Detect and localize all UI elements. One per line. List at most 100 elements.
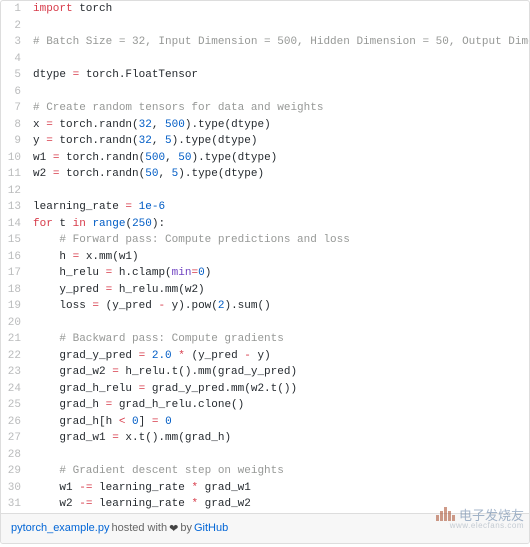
- line-number: 24: [1, 381, 29, 398]
- footer-hosted-text: hosted with: [111, 522, 167, 534]
- code-content[interactable]: [29, 51, 529, 68]
- code-content[interactable]: learning_rate = 1e-6: [29, 199, 529, 216]
- code-content[interactable]: # Forward pass: Compute predictions and …: [29, 232, 529, 249]
- code-content[interactable]: # Gradient descent step on weights: [29, 463, 529, 480]
- line-number: 29: [1, 463, 29, 480]
- gist-filename-link[interactable]: pytorch_example.py: [11, 522, 109, 534]
- code-line: 23 grad_w2 = h_relu.t().mm(grad_y_pred): [1, 364, 529, 381]
- code-line: 30 w1 -= learning_rate * grad_w1: [1, 480, 529, 497]
- line-number: 12: [1, 183, 29, 200]
- code-line: 9y = torch.randn(32, 5).type(dtype): [1, 133, 529, 150]
- code-content[interactable]: w2 -= learning_rate * grad_w2: [29, 496, 529, 513]
- code-line: 17 h_relu = h.clamp(min=0): [1, 265, 529, 282]
- code-content[interactable]: grad_h_relu = grad_y_pred.mm(w2.t()): [29, 381, 529, 398]
- code-line: 21 # Backward pass: Compute gradients: [1, 331, 529, 348]
- line-number: 1: [1, 1, 29, 18]
- line-number: 28: [1, 447, 29, 464]
- code-content[interactable]: for t in range(250):: [29, 216, 529, 233]
- line-number: 14: [1, 216, 29, 233]
- code-content[interactable]: [29, 84, 529, 101]
- code-content[interactable]: grad_w1 = x.t().mm(grad_h): [29, 430, 529, 447]
- line-number: 7: [1, 100, 29, 117]
- gist-container: 1import torch2 3# Batch Size = 32, Input…: [0, 0, 530, 544]
- code-content[interactable]: import torch: [29, 1, 529, 18]
- line-number: 4: [1, 51, 29, 68]
- code-content[interactable]: grad_h[h < 0] = 0: [29, 414, 529, 431]
- line-number: 8: [1, 117, 29, 134]
- gist-footer: pytorch_example.py hosted with ❤ by GitH…: [1, 513, 529, 543]
- code-content[interactable]: w1 -= learning_rate * grad_w1: [29, 480, 529, 497]
- line-number: 5: [1, 67, 29, 84]
- code-line: 14for t in range(250):: [1, 216, 529, 233]
- code-line: 2: [1, 18, 529, 35]
- code-line: 28: [1, 447, 529, 464]
- code-line: 27 grad_w1 = x.t().mm(grad_h): [1, 430, 529, 447]
- line-number: 18: [1, 282, 29, 299]
- code-line: 13learning_rate = 1e-6: [1, 199, 529, 216]
- code-line: 29 # Gradient descent step on weights: [1, 463, 529, 480]
- code-line: 12: [1, 183, 529, 200]
- code-line: 26 grad_h[h < 0] = 0: [1, 414, 529, 431]
- footer-by-text: by: [180, 522, 192, 534]
- line-number: 19: [1, 298, 29, 315]
- line-number: 30: [1, 480, 29, 497]
- line-number: 21: [1, 331, 29, 348]
- code-line: 10w1 = torch.randn(500, 50).type(dtype): [1, 150, 529, 167]
- code-content[interactable]: dtype = torch.FloatTensor: [29, 67, 529, 84]
- code-line: 24 grad_h_relu = grad_y_pred.mm(w2.t()): [1, 381, 529, 398]
- code-content[interactable]: h = x.mm(w1): [29, 249, 529, 266]
- code-content[interactable]: grad_y_pred = 2.0 * (y_pred - y): [29, 348, 529, 365]
- line-number: 25: [1, 397, 29, 414]
- line-number: 16: [1, 249, 29, 266]
- line-number: 11: [1, 166, 29, 183]
- code-content[interactable]: w2 = torch.randn(50, 5).type(dtype): [29, 166, 529, 183]
- code-line: 22 grad_y_pred = 2.0 * (y_pred - y): [1, 348, 529, 365]
- code-content[interactable]: grad_h = grad_h_relu.clone(): [29, 397, 529, 414]
- code-line: 16 h = x.mm(w1): [1, 249, 529, 266]
- code-line: 11w2 = torch.randn(50, 5).type(dtype): [1, 166, 529, 183]
- line-number: 13: [1, 199, 29, 216]
- line-number: 10: [1, 150, 29, 167]
- line-number: 9: [1, 133, 29, 150]
- code-line: 19 loss = (y_pred - y).pow(2).sum(): [1, 298, 529, 315]
- code-line: 4: [1, 51, 529, 68]
- code-line: 5dtype = torch.FloatTensor: [1, 67, 529, 84]
- github-link[interactable]: GitHub: [194, 522, 228, 534]
- line-number: 3: [1, 34, 29, 51]
- code-line: 18 y_pred = h_relu.mm(w2): [1, 282, 529, 299]
- code-body: 1import torch2 3# Batch Size = 32, Input…: [1, 1, 529, 513]
- code-line: 31 w2 -= learning_rate * grad_w2: [1, 496, 529, 513]
- code-content[interactable]: h_relu = h.clamp(min=0): [29, 265, 529, 282]
- code-line: 8x = torch.randn(32, 500).type(dtype): [1, 117, 529, 134]
- code-content[interactable]: # Create random tensors for data and wei…: [29, 100, 529, 117]
- code-content[interactable]: [29, 447, 529, 464]
- code-content[interactable]: loss = (y_pred - y).pow(2).sum(): [29, 298, 529, 315]
- line-number: 22: [1, 348, 29, 365]
- code-content[interactable]: [29, 18, 529, 35]
- code-content[interactable]: w1 = torch.randn(500, 50).type(dtype): [29, 150, 529, 167]
- code-content[interactable]: y_pred = h_relu.mm(w2): [29, 282, 529, 299]
- code-content[interactable]: y = torch.randn(32, 5).type(dtype): [29, 133, 529, 150]
- line-number: 17: [1, 265, 29, 282]
- code-content[interactable]: # Batch Size = 32, Input Dimension = 500…: [29, 34, 530, 51]
- line-number: 20: [1, 315, 29, 332]
- line-number: 31: [1, 496, 29, 513]
- line-number: 23: [1, 364, 29, 381]
- code-line: 15 # Forward pass: Compute predictions a…: [1, 232, 529, 249]
- code-line: 25 grad_h = grad_h_relu.clone(): [1, 397, 529, 414]
- code-line: 1import torch: [1, 1, 529, 18]
- line-number: 2: [1, 18, 29, 35]
- code-content[interactable]: # Backward pass: Compute gradients: [29, 331, 529, 348]
- code-line: 6: [1, 84, 529, 101]
- code-line: 3# Batch Size = 32, Input Dimension = 50…: [1, 34, 529, 51]
- code-content[interactable]: [29, 183, 529, 200]
- code-content[interactable]: grad_w2 = h_relu.t().mm(grad_y_pred): [29, 364, 529, 381]
- line-number: 15: [1, 232, 29, 249]
- heart-icon: ❤: [169, 522, 178, 535]
- line-number: 27: [1, 430, 29, 447]
- code-line: 7# Create random tensors for data and we…: [1, 100, 529, 117]
- code-line: 20: [1, 315, 529, 332]
- code-content[interactable]: x = torch.randn(32, 500).type(dtype): [29, 117, 529, 134]
- code-content[interactable]: [29, 315, 529, 332]
- line-number: 26: [1, 414, 29, 431]
